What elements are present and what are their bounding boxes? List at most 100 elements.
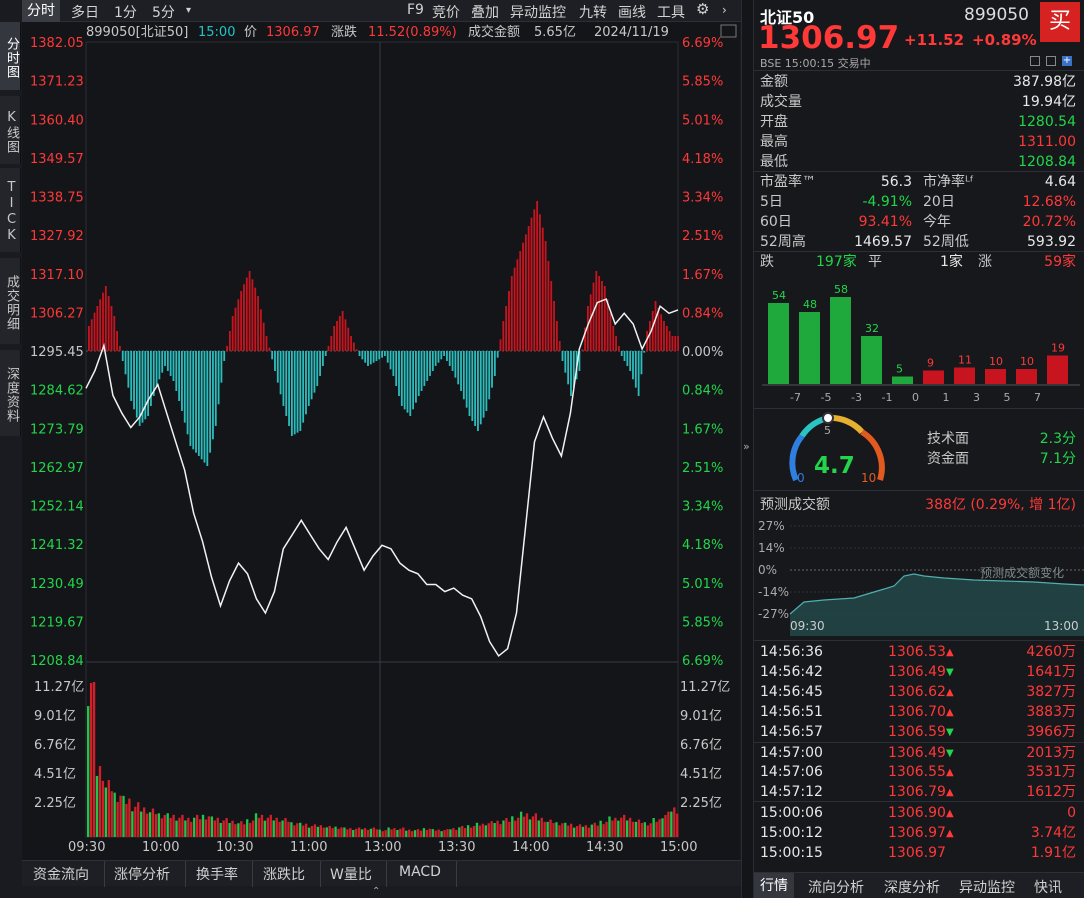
macd-bar-up (104, 285, 107, 351)
period-dropdown-icon[interactable]: ▾ (186, 5, 191, 16)
macd-bar-up (344, 319, 347, 351)
overlay-button[interactable]: 叠加 (471, 2, 499, 22)
buy-button[interactable]: 买 (1040, 2, 1080, 42)
macd-bar-up (663, 320, 665, 351)
y-tick-left: 1219.67 (30, 615, 84, 630)
y-tick-left: 1338.75 (30, 191, 84, 206)
dist-label: -1 (882, 391, 893, 404)
volume-bar (175, 820, 178, 837)
macd-bar-down (482, 350, 485, 418)
tab-flow-analysis[interactable]: 流向分析 (808, 877, 864, 897)
macd-bar-up (615, 335, 617, 351)
tick-row: 14:57:12 1306.79 ▲ 1612万 (760, 783, 1076, 802)
y-tick-right: 3.34% (682, 191, 723, 206)
tab-depth-analysis[interactable]: 深度分析 (884, 877, 940, 897)
dist-bar (768, 303, 789, 384)
macd-bar-down (378, 350, 381, 360)
macd-bar-up (251, 279, 254, 351)
tab-intraday[interactable]: 分时图 (0, 22, 21, 90)
volume-bar (184, 820, 187, 837)
add-icon[interactable]: + (1062, 56, 1072, 66)
window-icon[interactable] (1046, 56, 1056, 66)
macd-bar-up (336, 320, 338, 351)
volume-bar (517, 817, 520, 837)
volume-bar (278, 821, 281, 837)
volume-bar (246, 819, 249, 837)
macd-bar-down (310, 350, 313, 400)
auction-button[interactable]: 竞价 (432, 2, 460, 22)
nine-turn-button[interactable]: 九转 (579, 2, 607, 22)
tab-multiday[interactable]: 多日 (71, 2, 99, 22)
volume-bar (449, 829, 452, 837)
tick-volume: 2013万 (1026, 744, 1076, 761)
tab-trade-detail[interactable]: 成交明细 (0, 258, 21, 344)
tab-turnover[interactable]: 换手率 (196, 864, 238, 884)
macd-bar-up (527, 225, 530, 351)
macd-bar-down (426, 350, 429, 381)
macd-bar-down (567, 350, 570, 385)
macd-bar-down (462, 350, 465, 400)
tab-w-volume[interactable]: W量比 (330, 864, 372, 884)
volume-bar (534, 813, 538, 837)
edit-icon[interactable] (1030, 56, 1040, 66)
volume-bar (620, 817, 623, 837)
vol-tick-left: 11.27亿 (34, 680, 84, 695)
macd-bar-up (536, 200, 539, 351)
macd-bar-down (319, 350, 321, 376)
tab-kline[interactable]: K线图 (0, 96, 21, 164)
volume-bar (340, 827, 343, 837)
quote-row-label: 金额 (760, 74, 788, 90)
tab-limit-up[interactable]: 涨停分析 (114, 864, 170, 884)
expand-up-icon[interactable]: ⌃ (372, 886, 380, 897)
tab-fund-flow[interactable]: 资金流向 (33, 864, 89, 884)
pe-value: 56.3 (880, 174, 912, 190)
dist-bar (954, 367, 975, 384)
macd-bar-up (513, 267, 516, 351)
volume-bar (95, 775, 99, 837)
vol-tick-right: 4.51亿 (680, 767, 722, 782)
macd-bar-up (595, 270, 598, 351)
macd-bar-down (313, 350, 316, 393)
tick-price: 1306.62 (888, 683, 946, 700)
volume-bar (228, 823, 231, 837)
quote-row-label: 成交量 (760, 94, 802, 110)
tab-news-flash[interactable]: 快讯 (1034, 877, 1062, 897)
macd-bar-up (539, 214, 541, 351)
tab-updown-ratio[interactable]: 涨跌比 (263, 864, 305, 884)
macd-bar-up (96, 305, 99, 351)
macd-bar-down (217, 350, 220, 405)
intraday-chart[interactable]: 899050[北证50] 15:00 价 1306.97 涨跌 11.52(0.… (22, 22, 740, 860)
tab-1min[interactable]: 1分 (114, 2, 137, 22)
tab-quote[interactable]: 行情 (754, 873, 794, 898)
collapse-arrow-icon[interactable]: » (743, 440, 750, 453)
tools-button[interactable]: 工具 (657, 2, 685, 22)
volume-bar (304, 823, 308, 837)
tab-5min[interactable]: 5分 (152, 2, 175, 22)
tab-depth[interactable]: 深度资料 (0, 350, 21, 436)
gauge-max: 10 (861, 471, 876, 485)
alert-monitor-button[interactable]: 异动监控 (510, 2, 566, 22)
volume-bar (119, 795, 122, 837)
y-tick-left: 1208.84 (30, 654, 84, 669)
macd-bar-down (324, 350, 327, 356)
volume-bar (446, 829, 449, 837)
stock-code: 899050 (964, 5, 1029, 25)
tab-alert-monitor[interactable]: 异动监控 (959, 877, 1015, 897)
y-tick-right: 3.34% (682, 500, 723, 515)
f9-button[interactable]: F9 (407, 2, 424, 18)
volume-bar (360, 829, 364, 837)
tab-tick[interactable]: TICK (0, 168, 21, 252)
pct-change: +0.89% (972, 31, 1037, 49)
draw-line-button[interactable]: 画线 (618, 2, 646, 22)
volume-bar (302, 825, 305, 837)
settings-gear-icon[interactable]: ⚙ (696, 0, 709, 18)
panel-splitter[interactable]: » (741, 0, 754, 898)
tab-macd[interactable]: MACD (399, 864, 441, 880)
volume-bar (575, 825, 579, 837)
x-tick: 10:00 (142, 840, 179, 855)
chevron-right-icon[interactable]: › (722, 3, 727, 17)
macd-bar-down (561, 350, 564, 361)
tab-fenshi[interactable]: 分时 (22, 0, 60, 22)
macd-bar-up (524, 234, 527, 351)
volume-bar (313, 824, 317, 837)
